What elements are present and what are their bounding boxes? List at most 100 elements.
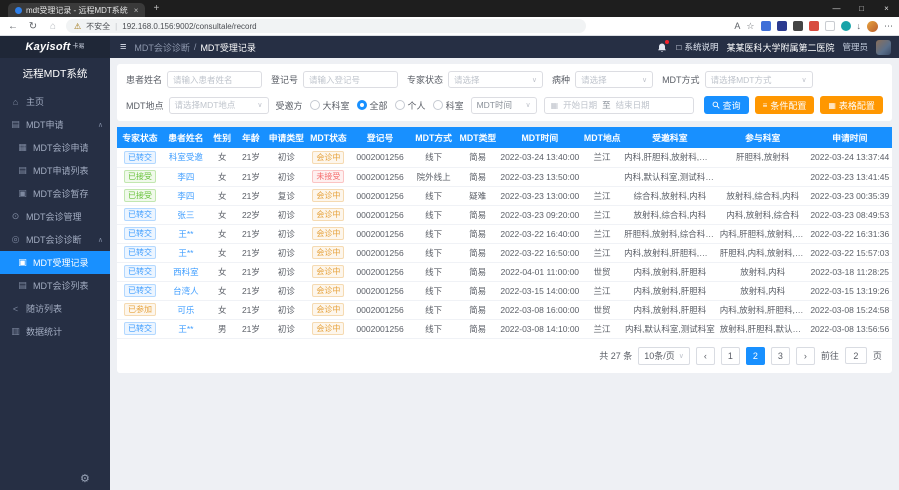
sidebar-item-mdt-consult-draft[interactable]: ▣ MDT会诊暂存 (0, 182, 110, 205)
prev-page-button[interactable]: ‹ (696, 347, 715, 365)
page-size-value: 10条/页 (644, 349, 675, 362)
reg-no-input[interactable] (303, 71, 398, 88)
mdt-place-select[interactable]: 请选择MDT地点 ∨ (169, 97, 269, 114)
browser-profile-avatar[interactable] (867, 21, 878, 32)
patient-name-link[interactable]: 西科室 (173, 267, 199, 277)
cell-mdt-mode: 线下 (410, 300, 458, 319)
browser-urlbar: ← ↻ ⌂ ⚠ 不安全 | 192.168.0.156:9002/consult… (0, 17, 899, 36)
sidebar-item-followup-list[interactable]: < 随访列表 (0, 297, 110, 320)
extension-icon[interactable] (841, 21, 851, 31)
settings-gear-icon[interactable]: ⚙ (80, 472, 90, 485)
sidebar-item-mdt-consult-list[interactable]: ▤ MDT会诊列表 (0, 274, 110, 297)
sidebar-collapse-icon[interactable]: ≡ (120, 41, 126, 53)
cell-mdt-mode: 院外线上 (410, 167, 458, 186)
browser-menu-icon[interactable]: ⋯ (884, 21, 893, 32)
tab-favicon (15, 7, 22, 14)
sidebar-item-mdt-apply-list[interactable]: ▤ MDT申请列表 (0, 159, 110, 182)
expert-status-select[interactable]: 请选择 ∨ (448, 71, 543, 88)
select-placeholder: 请选择 (454, 74, 480, 86)
patient-name-link[interactable]: 王** (178, 324, 193, 334)
patient-name-input[interactable] (167, 71, 262, 88)
extension-icon[interactable] (825, 21, 835, 31)
sidebar-item-home[interactable]: ⌂ 主页 (0, 90, 110, 113)
share-icon: < (10, 304, 21, 314)
mdt-time-select[interactable]: MDT时间 ∨ (471, 97, 537, 114)
sidebar-item-mdt-consult-apply[interactable]: ▦ MDT会诊申请 (0, 136, 110, 159)
cell-joined-depts: 内科,放射科,肝胆科,测试科室 (718, 300, 808, 319)
sidebar-item-mdt-consult-manage[interactable]: ⊙ MDT会诊管理 (0, 205, 110, 228)
extension-icon[interactable] (793, 21, 803, 31)
select-placeholder: 请选择MDT方式 (711, 74, 772, 86)
search-button[interactable]: 查询 (704, 96, 749, 114)
radio-all[interactable]: 全部 (357, 99, 388, 112)
extension-icon[interactable] (777, 21, 787, 31)
next-page-button[interactable]: › (796, 347, 815, 365)
tab-close-icon[interactable]: × (134, 6, 139, 15)
record-icon: ▣ (17, 257, 28, 268)
status-badge: 会诊中 (312, 208, 344, 221)
radio-dept[interactable]: 科室 (433, 99, 464, 112)
close-button[interactable]: × (874, 0, 899, 17)
page-button-3[interactable]: 3 (771, 347, 790, 365)
cell-expert-status: 已转交 (117, 243, 163, 262)
maximize-button[interactable]: □ (849, 0, 874, 17)
url-text[interactable]: 192.168.0.156:9002/consultale/record (122, 22, 256, 31)
address-bar[interactable]: ⚠ 不安全 | 192.168.0.156:9002/consultale/re… (66, 19, 586, 33)
browser-tab[interactable]: mdt受理记录 - 远程MDT系统 × (8, 3, 145, 17)
favorite-star-icon[interactable]: ☆ (746, 21, 754, 32)
patient-name-link[interactable]: 可乐 (177, 305, 194, 315)
date-range-picker[interactable]: ▦ 开始日期 至 结束日期 (544, 97, 694, 114)
cell-apply-type: 初诊 (266, 319, 306, 338)
condition-config-button[interactable]: ≡ 条件配置 (755, 96, 815, 114)
sidebar-group-mdt-apply[interactable]: ▤ MDT申请 ∧ (0, 113, 110, 136)
cell-mdt-time: 2022-03-15 14:00:00 (498, 281, 582, 300)
cell-gender: 女 (209, 300, 236, 319)
extension-icon[interactable] (761, 21, 771, 31)
sidebar-item-mdt-accept-records[interactable]: ▣ MDT受理记录 (0, 251, 110, 274)
patient-name-link[interactable]: 张三 (177, 210, 194, 220)
disease-select[interactable]: 请选择 ∨ (575, 71, 653, 88)
sidebar-group-mdt-diagnosis[interactable]: ◎ MDT会诊诊断 ∧ (0, 228, 110, 251)
notification-bell-icon[interactable] (656, 41, 668, 53)
home-icon[interactable]: ⌂ (46, 21, 60, 32)
radio-big-dept[interactable]: 大科室 (310, 99, 350, 112)
pagination: 共 27 条 10条/页 ∨ ‹ 1 2 3 › 前往 页 (117, 339, 892, 369)
page-jump-input[interactable] (845, 347, 867, 364)
patient-name-link[interactable]: 科室受邀 (169, 152, 203, 162)
patient-name-link[interactable]: 李四 (177, 172, 194, 182)
status-badge: 已转交 (124, 227, 156, 240)
radio-personal[interactable]: 个人 (395, 99, 426, 112)
user-avatar[interactable] (876, 40, 891, 55)
cell-mdt-type: 简易 (458, 319, 498, 338)
cell-reg-no: 0002001256 (350, 205, 409, 224)
patient-name-link[interactable]: 王** (178, 248, 193, 258)
chevron-down-icon: ∨ (642, 76, 647, 84)
cell-mdt-status: 未接受 (306, 167, 350, 186)
sidebar-item-statistics[interactable]: ▥ 数据统计 (0, 320, 110, 343)
page-button-1[interactable]: 1 (721, 347, 740, 365)
page-button-2-active[interactable]: 2 (746, 347, 765, 365)
patient-name-link[interactable]: 台湾人 (173, 286, 199, 296)
table-config-button[interactable]: ▦ 表格配置 (820, 96, 883, 114)
cell-mdt-time: 2022-03-23 13:50:00 (498, 167, 582, 186)
cell-apply-time: 2022-03-15 13:19:26 (808, 281, 892, 300)
security-warning-label[interactable]: 不安全 (86, 21, 110, 32)
page-size-select[interactable]: 10条/页 ∨ (638, 347, 690, 365)
read-aloud-icon[interactable]: A (734, 21, 740, 31)
cell-gender: 女 (209, 262, 236, 281)
back-icon[interactable]: ← (6, 21, 20, 32)
cell-mdt-time: 2022-03-22 16:40:00 (498, 224, 582, 243)
download-icon[interactable]: ↓ (857, 21, 862, 31)
extension-icon[interactable] (809, 21, 819, 31)
new-tab-button[interactable]: + (153, 3, 159, 14)
browser-titlebar: mdt受理记录 - 远程MDT系统 × + — □ × (0, 0, 899, 17)
patient-name-link[interactable]: 李四 (177, 191, 194, 201)
patient-name-link[interactable]: 王** (178, 229, 193, 239)
cell-patient-name: 王** (163, 319, 209, 338)
mdt-mode-select[interactable]: 请选择MDT方式 ∨ (705, 71, 813, 88)
minimize-button[interactable]: — (824, 0, 849, 17)
chevron-down-icon: ∨ (525, 101, 530, 109)
reload-icon[interactable]: ↻ (26, 21, 40, 32)
cell-apply-type: 初诊 (266, 281, 306, 300)
system-note-link[interactable]: □ 系统说明 (676, 41, 718, 53)
